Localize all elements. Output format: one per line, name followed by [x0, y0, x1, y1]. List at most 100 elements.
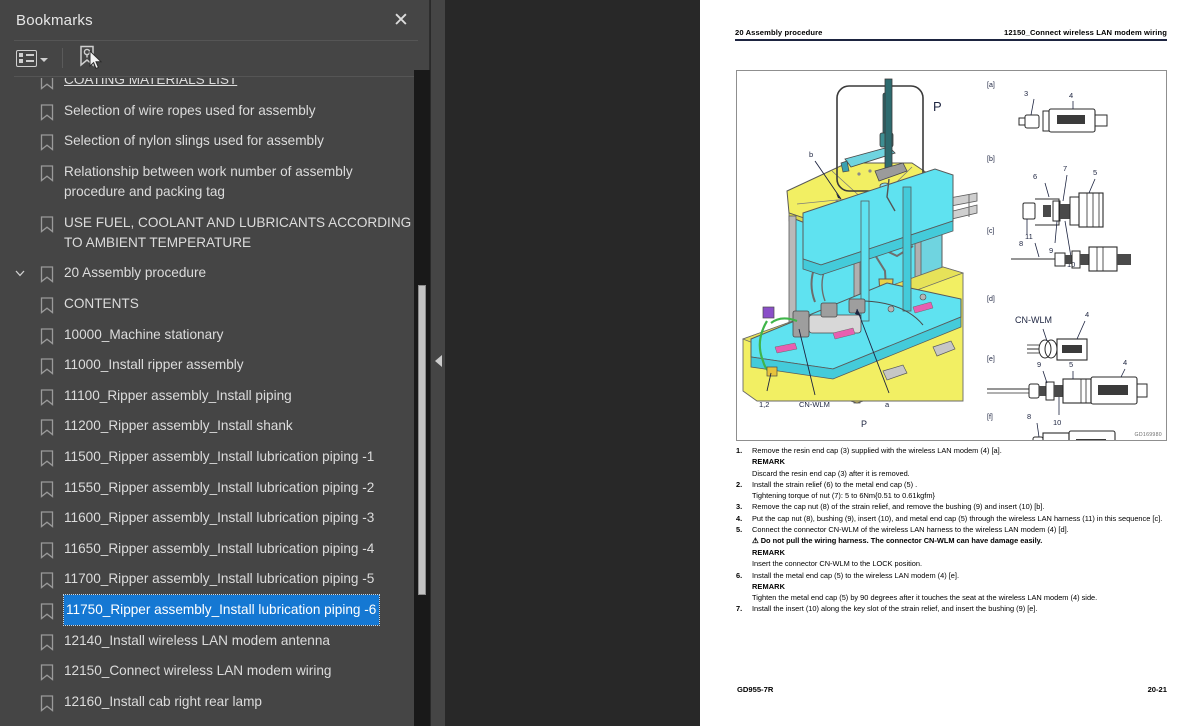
- bookmark-icon: [40, 327, 54, 345]
- bookmark-item[interactable]: 11200_Ripper assembly_Install shank: [0, 411, 414, 442]
- bookmark-icon: [40, 266, 54, 284]
- bookmark-item-label: Selection of nylon slings used for assem…: [64, 133, 324, 149]
- technical-figure: P b 1,2 CN-WLM a P [a] 3 4 [b] 6 7 5 8 9…: [736, 70, 1167, 441]
- bookmark-item-label: COATING MATERIALS LIST: [64, 78, 238, 87]
- bookmarks-scrollbar-thumb[interactable]: [418, 285, 426, 595]
- bookmark-item[interactable]: 20 Assembly procedure: [0, 258, 414, 289]
- svg-text:[e]: [e]: [987, 356, 995, 363]
- bookmark-icon: [40, 542, 54, 559]
- reader-backdrop: [431, 0, 700, 726]
- procedure-step: 4. Put the cap nut (8), bushing (9), inse…: [736, 513, 1168, 524]
- running-head-rule: [735, 39, 1167, 41]
- bookmark-item[interactable]: Selection of nylon slings used for assem…: [0, 126, 414, 157]
- step-text: Install the strain relief (6) to the met…: [752, 479, 918, 489]
- bookmark-item[interactable]: 11750_Ripper assembly_Install lubricatio…: [0, 593, 414, 627]
- step-number: 6.: [736, 570, 743, 580]
- close-icon[interactable]: ✕: [387, 6, 415, 34]
- figure-panel-b: [b] 6 7 5 8 9 10: [987, 156, 1104, 269]
- bookmark-icon-wrap: [40, 327, 56, 345]
- figure-panel-e: [e] 9 5 4 10: [987, 356, 1148, 427]
- bookmark-icon-wrap: [40, 511, 56, 528]
- svg-text:7: 7: [1063, 164, 1067, 173]
- collapse-left-triangle-icon[interactable]: [435, 355, 442, 367]
- bookmark-item[interactable]: 12140_Install wireless LAN modem antenna: [0, 626, 414, 657]
- bookmark-item-label: 11500_Ripper assembly_Install lubricatio…: [64, 448, 375, 464]
- bookmark-icon: [40, 603, 54, 620]
- step-number: 5.: [736, 524, 743, 534]
- bookmark-item-label: Relationship between work number of asse…: [64, 163, 353, 200]
- bookmark-icon: [40, 103, 54, 121]
- bookmark-icon-wrap: [40, 134, 56, 152]
- bookmark-item-label: 11700_Ripper assembly_Install lubricatio…: [64, 571, 375, 587]
- document-footer: GD955-7R 20-21: [737, 685, 1167, 694]
- warning-triangle-icon: ⚠: [752, 535, 759, 545]
- bookmark-icon-wrap: [40, 572, 56, 590]
- chevron-down-icon[interactable]: [14, 267, 26, 279]
- step-number: 1.: [736, 446, 743, 455]
- procedure-step: 2. Install the strain relief (6) to the m…: [736, 479, 1168, 490]
- bookmark-item-label: 11600_Ripper assembly_Install lubricatio…: [64, 510, 375, 526]
- bookmark-item-label: 20 Assembly procedure: [64, 265, 207, 281]
- toolbar-divider: [14, 76, 418, 77]
- bookmark-item-label: 11550_Ripper assembly_Install lubricatio…: [64, 479, 375, 495]
- bookmark-icon: [40, 480, 54, 498]
- bookmark-item[interactable]: 11100_Ripper assembly_Install piping: [0, 381, 414, 412]
- step-text: Remove the resin end cap (3) supplied wi…: [752, 446, 1002, 455]
- procedure-step: 7. Install the insert (10) along the key …: [736, 603, 1168, 614]
- bookmark-icon-wrap: [40, 633, 56, 651]
- bookmark-item-label: 11200_Ripper assembly_Install shank: [64, 418, 293, 434]
- bookmark-icon: [40, 450, 54, 467]
- bookmark-item[interactable]: Selection of wire ropes used for assembl…: [0, 96, 414, 127]
- bookmark-icon: [40, 358, 54, 376]
- bookmark-item-label: 11100_Ripper assembly_Install piping: [64, 387, 292, 403]
- bookmarks-list[interactable]: COATING MATERIALS LIST Selection of wire …: [0, 78, 414, 726]
- procedure-step: 5. Connect the connector CN-WLM of the wi…: [736, 524, 1168, 535]
- bookmark-item[interactable]: 11000_Install ripper assembly: [0, 350, 414, 381]
- new-bookmark-button[interactable]: [77, 45, 103, 72]
- bookmark-item[interactable]: 11700_Ripper assembly_Install lubricatio…: [0, 564, 414, 595]
- bookmark-icon-wrap: [40, 103, 56, 121]
- figure-panel-c: [c] 11: [987, 228, 1131, 272]
- bookmark-item[interactable]: COATING MATERIALS LIST: [0, 78, 414, 96]
- bookmark-item[interactable]: 12150_Connect wireless LAN modem wiring: [0, 656, 414, 687]
- step-subtext: Insert the connector CN-WLM to the LOCK …: [752, 559, 923, 569]
- bookmark-item[interactable]: CONTENTS: [0, 289, 414, 320]
- remark-heading: REMARK: [752, 547, 786, 557]
- bookmark-item-label: 12140_Install wireless LAN modem antenna: [64, 632, 330, 648]
- step-number: 7.: [736, 604, 743, 614]
- svg-text:8: 8: [1019, 239, 1023, 248]
- bookmark-item[interactable]: USE FUEL, COOLANT AND LUBRICANTS ACCORDI…: [0, 208, 414, 259]
- svg-text:CN-WLM: CN-WLM: [799, 400, 830, 409]
- svg-text:4: 4: [1085, 310, 1089, 319]
- bookmark-icon-wrap: [40, 266, 56, 284]
- step-warning: ⚠ Do not pull the wiring harness. The co…: [752, 535, 1168, 547]
- remark-heading: REMARK: [752, 457, 786, 467]
- bookmark-icon: [40, 664, 54, 681]
- bookmark-icon-wrap: [40, 78, 56, 90]
- bookmark-item[interactable]: Relationship between work number of asse…: [0, 157, 414, 208]
- list-options-button[interactable]: [14, 47, 50, 70]
- expand-collapse-twisty[interactable]: [14, 266, 28, 280]
- bookmark-item-label: 12150_Connect wireless LAN modem wiring: [64, 663, 332, 679]
- step-text: Put the cap nut (8), bushing (9), insert…: [752, 513, 1163, 523]
- bookmark-icon-wrap: [40, 603, 56, 620]
- svg-text:4: 4: [1069, 91, 1073, 100]
- bookmark-item-label: 11000_Install ripper assembly: [64, 357, 244, 373]
- bookmark-item-label: 11650_Ripper assembly_Install lubricatio…: [64, 540, 375, 556]
- chevron-down-icon: [40, 57, 48, 62]
- svg-text:6: 6: [1033, 172, 1037, 181]
- bookmark-item[interactable]: 11550_Ripper assembly_Install lubricatio…: [0, 473, 414, 504]
- svg-text:10: 10: [1053, 418, 1061, 427]
- bookmark-item[interactable]: 10000_Machine stationary: [0, 320, 414, 351]
- step-subtext: Tightening torque of nut (7): 5 to 6Nm{0…: [752, 491, 935, 500]
- svg-text:11: 11: [1025, 232, 1033, 241]
- bookmark-icon: [40, 572, 54, 590]
- bookmark-item[interactable]: 11650_Ripper assembly_Install lubricatio…: [0, 534, 414, 565]
- bookmark-icon-wrap: [40, 215, 56, 233]
- bookmark-item[interactable]: 12160_Install cab right rear lamp: [0, 687, 414, 718]
- bookmark-item[interactable]: 11600_Ripper assembly_Install lubricatio…: [0, 503, 414, 534]
- step-text: Install the metal end cap (5) to the wir…: [752, 570, 960, 580]
- figure-artwork: P b 1,2 CN-WLM a P [a] 3 4 [b] 6 7 5 8 9…: [742, 78, 1148, 440]
- bookmark-item[interactable]: 11500_Ripper assembly_Install lubricatio…: [0, 442, 414, 473]
- bookmarks-toolbar: [0, 41, 430, 75]
